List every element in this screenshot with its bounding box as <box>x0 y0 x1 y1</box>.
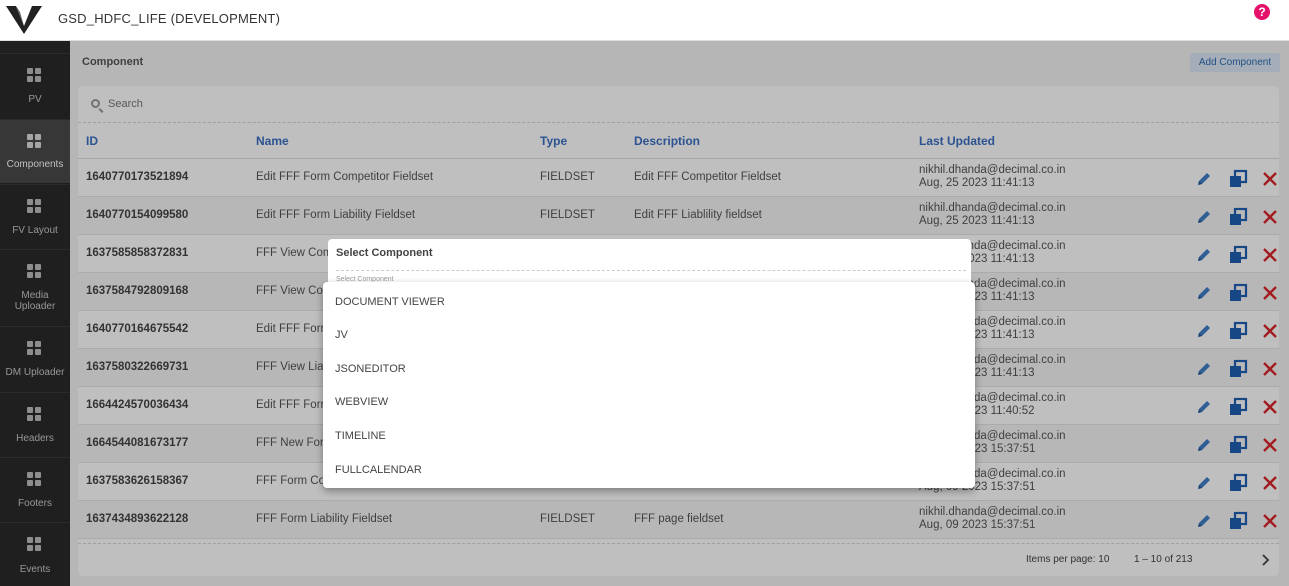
option-webview[interactable]: WEBVIEW <box>335 396 388 408</box>
divider <box>336 270 966 271</box>
top-bar: GSD_HDFC_LIFE (DEVELOPMENT) ? <box>0 0 1289 41</box>
help-icon[interactable]: ? <box>1254 4 1270 20</box>
dialog-title: Select Component <box>336 247 433 259</box>
select-component-dialog: Select Component Select Component <box>328 239 971 287</box>
app-logo-icon <box>6 6 42 34</box>
option-jsoneditor[interactable]: JSONEDITOR <box>335 363 406 375</box>
component-options-dropdown: DOCUMENT VIEWER JV JSONEDITOR WEBVIEW TI… <box>323 282 975 488</box>
option-fullcalendar[interactable]: FULLCALENDAR <box>335 464 422 476</box>
option-timeline[interactable]: TIMELINE <box>335 430 386 442</box>
option-document-viewer[interactable]: DOCUMENT VIEWER <box>335 296 445 308</box>
option-jv[interactable]: JV <box>335 329 348 341</box>
app-title: GSD_HDFC_LIFE (DEVELOPMENT) <box>58 11 281 26</box>
